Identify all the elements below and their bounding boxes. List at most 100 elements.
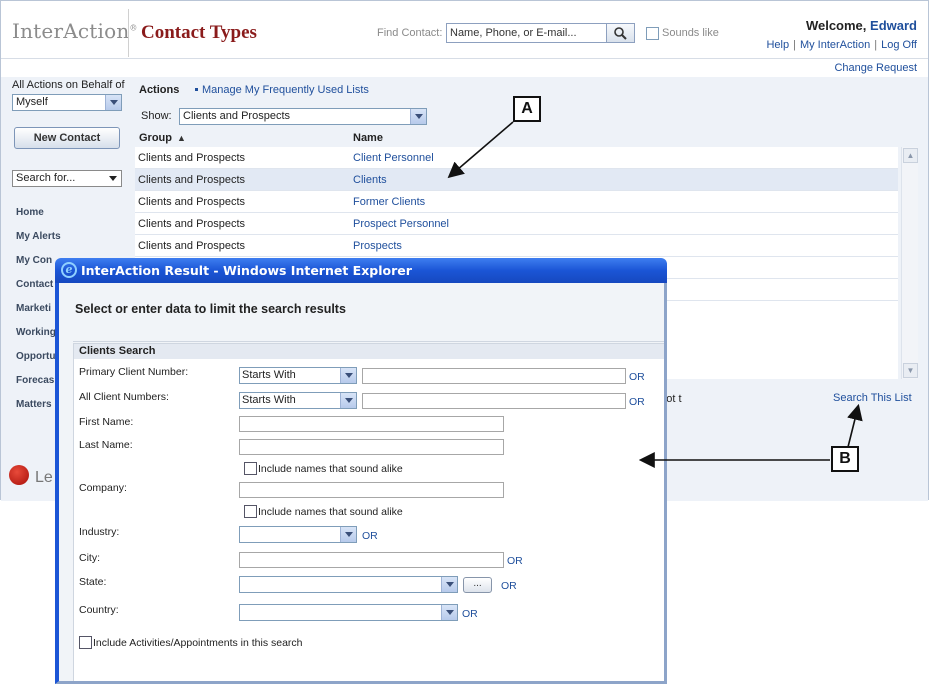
state-lookup-button[interactable]: ... (463, 577, 492, 593)
city-label: City: (79, 552, 100, 564)
primary-client-number-input[interactable] (362, 368, 626, 384)
last-name-label: Last Name: (79, 439, 133, 451)
column-name[interactable]: Name (353, 132, 383, 144)
nav-my-alerts[interactable]: My Alerts (16, 231, 61, 242)
city-input[interactable] (239, 552, 504, 568)
include-activities-checkbox[interactable] (79, 636, 92, 649)
include-activities-label: Include Activities/Appointments in this … (93, 637, 303, 649)
nav-working[interactable]: Working (16, 327, 56, 338)
chevron-down-icon (109, 176, 117, 181)
behalf-label: All Actions on Behalf of (12, 79, 125, 91)
nav-my-contacts[interactable]: My Con (16, 255, 52, 266)
bullet-icon (195, 88, 198, 91)
column-group-label: Group (139, 132, 172, 144)
company-sound-alike-checkbox[interactable] (244, 505, 257, 518)
popup-title: InterAction Result - Windows Internet Ex… (81, 263, 412, 278)
country-select[interactable] (239, 604, 458, 621)
first-name-input[interactable] (239, 416, 504, 432)
popup-titlebar[interactable]: e InterAction Result - Windows Internet … (55, 258, 667, 283)
or-label: OR (629, 371, 645, 383)
table-row[interactable]: Clients and Prospects Client Personnel (135, 147, 898, 169)
change-request-link[interactable]: Change Request (834, 62, 917, 74)
company-sound-alike-label: Include names that sound alike (258, 506, 403, 518)
behalf-select[interactable]: Myself (12, 94, 122, 111)
brand-text: Le (35, 469, 53, 486)
table-scrollbar[interactable]: ▲ ▼ (901, 147, 918, 379)
state-select[interactable] (239, 576, 458, 593)
internet-explorer-icon: e (61, 262, 77, 278)
row-name-link[interactable]: Prospects (353, 240, 402, 252)
all-client-numbers-label: All Client Numbers: (79, 391, 169, 403)
clients-search-title: Clients Search (74, 344, 664, 359)
search-for-value: Search for... (16, 172, 76, 184)
show-label: Show: (141, 110, 172, 122)
row-group: Clients and Prospects (138, 240, 245, 252)
logo-text: InterAction (12, 19, 130, 43)
popup-divider (73, 341, 664, 342)
industry-select[interactable] (239, 526, 357, 543)
top-links: Help | My InterAction | Log Off (766, 39, 917, 51)
sort-ascending-icon: ▲ (177, 133, 186, 143)
popup-body: Select or enter data to limit the search… (55, 283, 667, 684)
nav-home[interactable]: Home (16, 207, 44, 218)
row-name-link[interactable]: Former Clients (353, 196, 425, 208)
welcome-message: Welcome, Edward (806, 18, 917, 33)
logo-mark: ® (129, 23, 138, 33)
table-header: Group ▲ Name (137, 132, 919, 147)
sounds-like-label: Sounds like (662, 27, 719, 39)
row-name-link[interactable]: Prospect Personnel (353, 218, 449, 230)
search-this-list-link[interactable]: Search This List (833, 392, 912, 404)
manage-lists-text[interactable]: Manage My Frequently Used Lists (202, 84, 369, 96)
header: InterAction® Contact Types Find Contact:… (1, 1, 928, 59)
nav-forecasts[interactable]: Forecas (16, 375, 54, 386)
name-sound-alike-checkbox[interactable] (244, 462, 257, 475)
table-row[interactable]: Clients and Prospects Prospect Personnel (135, 213, 898, 235)
scroll-up-icon[interactable]: ▲ (903, 148, 918, 163)
my-interaction-link[interactable]: My InterAction (800, 39, 870, 51)
country-label: Country: (79, 604, 119, 616)
all-client-numbers-input[interactable] (362, 393, 626, 409)
name-sound-alike-label: Include names that sound alike (258, 463, 403, 475)
log-off-link[interactable]: Log Off (881, 39, 917, 51)
all-client-numbers-operator[interactable]: Starts With (239, 392, 357, 409)
find-contact-label: Find Contact: (377, 27, 443, 39)
user-name: Edward (870, 18, 917, 33)
row-group: Clients and Prospects (138, 152, 245, 164)
manage-lists-link[interactable]: Manage My Frequently Used Lists (195, 84, 369, 96)
chevron-down-icon (340, 368, 356, 383)
interaction-result-window: e InterAction Result - Windows Internet … (55, 258, 667, 684)
nav-opportunities[interactable]: Opportu (16, 351, 55, 362)
row-name-link[interactable]: Clients (353, 174, 387, 186)
nav-marketing[interactable]: Marketi (16, 303, 51, 314)
behalf-value: Myself (16, 96, 48, 108)
primary-client-number-label: Primary Client Number: (79, 366, 189, 378)
column-group[interactable]: Group ▲ (139, 132, 186, 144)
callout-a: A (513, 96, 541, 122)
interaction-logo: InterAction® (12, 19, 138, 43)
table-row[interactable]: Clients and Prospects Former Clients (135, 191, 898, 213)
operator-value: Starts With (242, 369, 296, 381)
table-row[interactable]: Clients and Prospects Clients (135, 169, 898, 191)
primary-client-number-operator[interactable]: Starts With (239, 367, 357, 384)
or-label: OR (501, 580, 517, 592)
nav-matters[interactable]: Matters (16, 399, 52, 410)
show-select[interactable]: Clients and Prospects (179, 108, 427, 125)
chevron-down-icon (441, 577, 457, 592)
or-label: OR (629, 396, 645, 408)
or-label: OR (462, 608, 478, 620)
row-group: Clients and Prospects (138, 174, 245, 186)
find-contact-button[interactable] (606, 23, 635, 43)
new-contact-button[interactable]: New Contact (14, 127, 120, 149)
or-label: OR (362, 530, 378, 542)
find-contact-input[interactable] (446, 23, 607, 43)
nav-contacts[interactable]: Contact (16, 279, 53, 290)
chevron-down-icon (340, 393, 356, 408)
search-for-select[interactable]: Search for... (12, 170, 122, 187)
help-link[interactable]: Help (766, 39, 789, 51)
table-row[interactable]: Clients and Prospects Prospects (135, 235, 898, 257)
scroll-down-icon[interactable]: ▼ (903, 363, 918, 378)
row-name-link[interactable]: Client Personnel (353, 152, 434, 164)
sounds-like-checkbox[interactable] (646, 27, 659, 40)
last-name-input[interactable] (239, 439, 504, 455)
company-input[interactable] (239, 482, 504, 498)
